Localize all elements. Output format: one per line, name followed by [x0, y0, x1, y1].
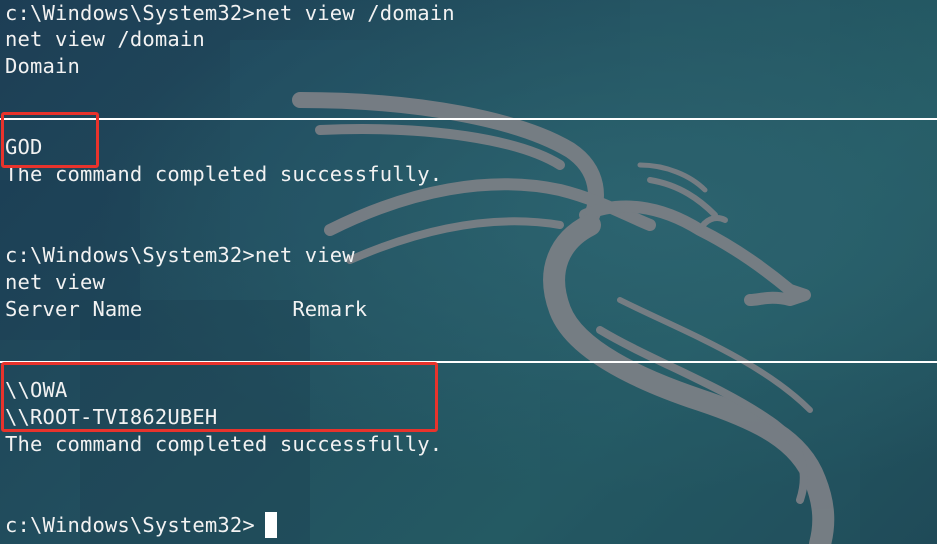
command-prompt-line: c:\Windows\System32>net view: [5, 243, 355, 267]
command-prompt-line: c:\Windows\System32>net view /domain: [5, 1, 455, 25]
output-header-servers: Server Name Remark: [5, 297, 368, 321]
output-header-domain: Domain: [5, 54, 80, 78]
output-divider: [0, 118, 937, 120]
highlight-box-servers: [1, 362, 438, 432]
active-prompt[interactable]: c:\Windows\System32>: [5, 512, 255, 539]
highlight-box-domain: [1, 112, 99, 168]
kali-dragon-icon: [292, 92, 835, 544]
status-message: The command completed successfully.: [5, 432, 443, 456]
echoed-command-line: net view: [5, 270, 105, 294]
text-cursor: [265, 512, 277, 538]
terminal-window[interactable]: c:\Windows\System32>net view /domain net…: [0, 0, 937, 544]
echoed-command-line: net view /domain: [5, 27, 205, 51]
